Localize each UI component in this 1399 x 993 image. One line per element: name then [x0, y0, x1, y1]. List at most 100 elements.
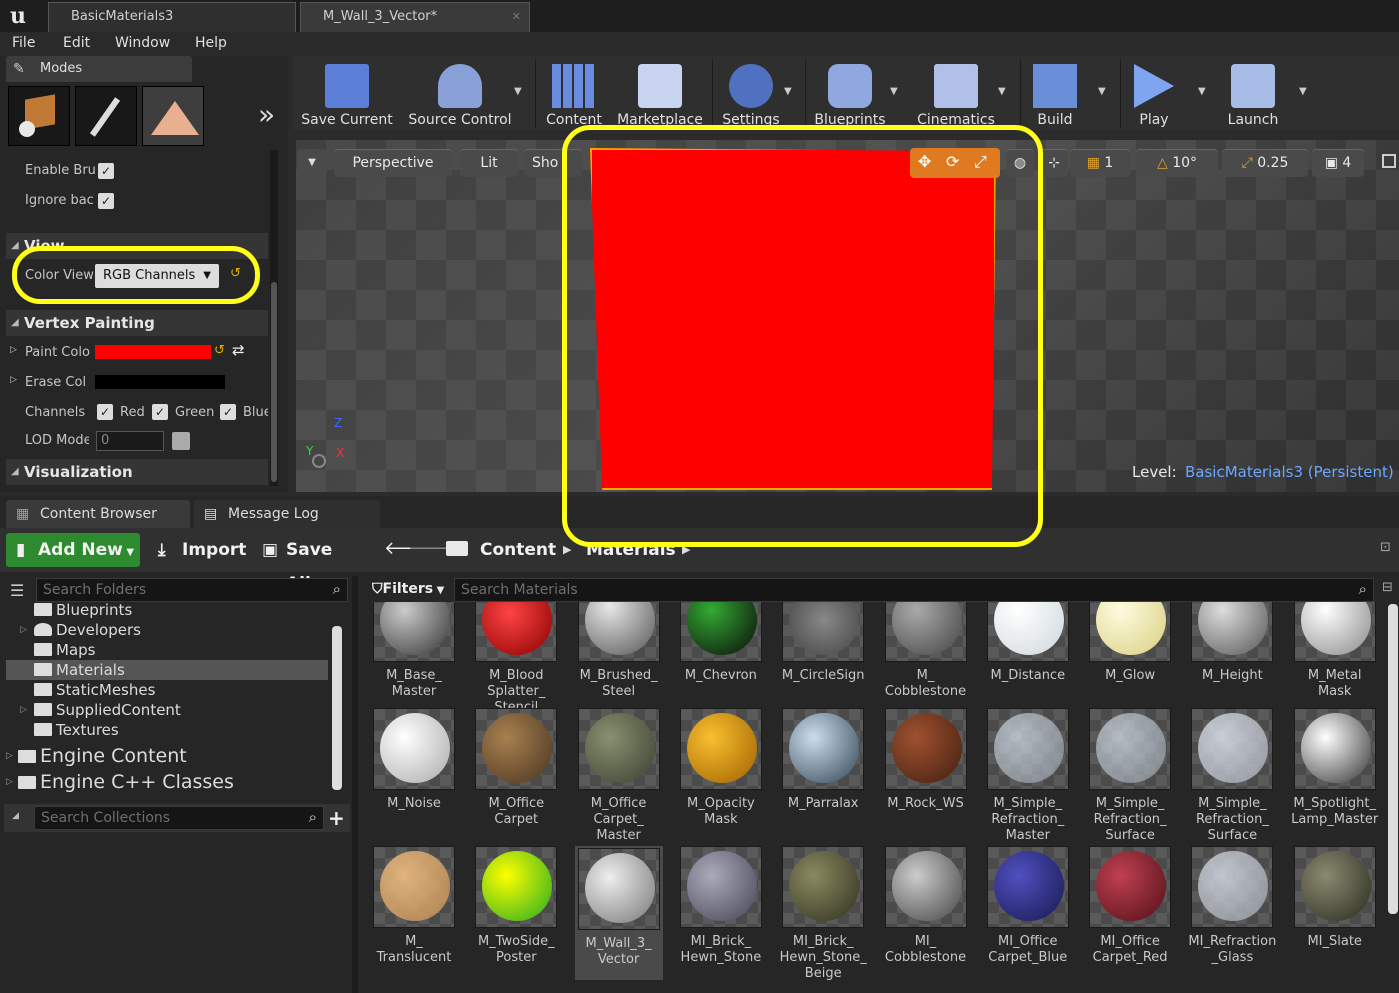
ignore-back-checkbox[interactable]: ✓	[98, 193, 114, 209]
asset-scrollbar[interactable]	[1388, 604, 1398, 914]
asset-tile[interactable]: M_Wall_3_ Vector	[574, 846, 663, 980]
cinematics-button[interactable]: Cinematics	[912, 60, 1000, 130]
viewport-options-button[interactable]: ▼	[297, 149, 327, 177]
asset-tile[interactable]: M_Noise	[370, 708, 458, 812]
camera-speed-button[interactable]: ▣ 4	[1312, 149, 1364, 177]
save-all-button[interactable]: ▣Save All	[262, 533, 362, 594]
asset-tile[interactable]: M_Opacity Mask	[677, 708, 765, 828]
asset-tile[interactable]: M_Glow	[1086, 602, 1174, 684]
tab-message-log[interactable]: ▤ Message Log	[194, 500, 380, 528]
asset-tile[interactable]: M_Distance	[984, 602, 1072, 684]
folder-maps[interactable]: Maps	[34, 640, 95, 660]
asset-tile[interactable]: MI_Office Carpet_Blue	[984, 846, 1072, 966]
build-dropdown-icon[interactable]: ▼	[1098, 86, 1106, 97]
asset-tile[interactable]: M_Simple_ Refraction_ Master	[984, 708, 1072, 844]
folder-materials[interactable]: Materials	[34, 660, 125, 680]
source-control-button[interactable]: Source Control	[402, 60, 518, 130]
blueprints-dropdown-icon[interactable]: ▼	[890, 86, 898, 97]
asset-tile[interactable]: M_Simple_ Refraction_ Surface	[1188, 708, 1276, 844]
modes-tab[interactable]: Modes	[6, 56, 192, 82]
expand-icon[interactable]: ▷	[6, 744, 13, 768]
folder-engine-content[interactable]: ▷ Engine Content	[6, 744, 187, 768]
content-button[interactable]: Content	[540, 60, 608, 130]
swap-icon[interactable]: ⇄	[232, 341, 245, 359]
surface-snap-icon[interactable]: ⊹	[1040, 149, 1068, 177]
paint-color-swatch[interactable]	[95, 345, 211, 359]
expand-icon[interactable]: ▷	[10, 375, 17, 385]
asset-tile[interactable]: M_ Translucent	[370, 846, 458, 966]
asset-tile[interactable]: M_Brushed_ Steel	[575, 602, 663, 700]
folder-textures[interactable]: Textures	[34, 720, 119, 740]
asset-tile[interactable]: M_Metal Mask	[1291, 602, 1379, 700]
settings-dropdown-icon[interactable]: ▼	[784, 86, 792, 97]
play-dropdown-icon[interactable]: ▼	[1198, 86, 1206, 97]
asset-tile[interactable]: MI_Brick_ Hewn_Stone_ Beige	[779, 846, 867, 982]
close-icon[interactable]: ✕	[512, 3, 521, 31]
asset-tile[interactable]: M_Rock_WS	[882, 708, 970, 812]
asset-tile[interactable]: M_Office Carpet_ Master	[575, 708, 663, 844]
breadcrumb-content[interactable]: Content	[480, 533, 556, 567]
launch-button[interactable]: Launch	[1220, 60, 1286, 130]
lod-checkbox[interactable]	[172, 432, 190, 450]
maximize-viewport-icon[interactable]	[1382, 154, 1396, 168]
asset-tile[interactable]: M_Parralax	[779, 708, 867, 812]
red-channel-checkbox[interactable]: ✓	[97, 404, 113, 420]
asset-tile[interactable]: MI_ Cobblestone	[882, 846, 970, 966]
panel-splitter[interactable]	[352, 576, 358, 993]
view-options-icon[interactable]: ⊟	[1382, 580, 1393, 595]
folder-suppliedcontent[interactable]: ▷ SuppliedContent	[20, 700, 181, 720]
asset-tile[interactable]: M_Spotlight_ Lamp_Master	[1291, 708, 1379, 828]
asset-tile[interactable]: M_Chevron	[677, 602, 765, 684]
search-collections-input[interactable]: Search Collections ⌕	[34, 806, 324, 830]
landscape-mode-button[interactable]	[142, 86, 204, 146]
enable-brush-checkbox[interactable]: ✓	[98, 163, 114, 179]
collapse-icon[interactable]: ◢	[12, 811, 19, 821]
asset-tile[interactable]: M_ Cobblestone	[882, 602, 970, 700]
expand-icon[interactable]: ▷	[6, 770, 13, 794]
properties-scrollbar[interactable]	[270, 150, 278, 486]
more-modes-chevron-icon[interactable]: »	[258, 98, 275, 131]
perspective-button[interactable]: Perspective	[334, 149, 452, 177]
tree-options-icon[interactable]: ☰	[10, 581, 24, 600]
save-current-button[interactable]: Save Current	[300, 60, 394, 130]
expand-icon[interactable]: ▷	[20, 620, 27, 640]
asset-tile[interactable]: M_Base_ Master	[370, 602, 458, 700]
grid-snap-button[interactable]: ▦ 1	[1070, 149, 1130, 177]
green-channel-checkbox[interactable]: ✓	[152, 404, 168, 420]
unreal-logo-icon[interactable]: u	[4, 2, 32, 30]
source-control-dropdown-icon[interactable]: ▼	[514, 86, 522, 97]
section-vertex-painting[interactable]: ◢ Vertex Painting	[6, 310, 268, 336]
menu-edit[interactable]: Edit	[63, 35, 90, 51]
settings-button[interactable]: Settings	[716, 60, 786, 130]
asset-tile[interactable]: MI_Slate	[1291, 846, 1379, 950]
menu-window[interactable]: Window	[115, 35, 170, 51]
asset-tile[interactable]: M_CircleSign	[779, 602, 867, 684]
play-button[interactable]: Play	[1124, 60, 1184, 130]
marketplace-button[interactable]: Marketplace	[614, 60, 706, 130]
erase-color-swatch[interactable]	[95, 375, 225, 389]
reset-default-icon[interactable]: ↺	[214, 343, 225, 358]
expand-icon[interactable]: ▷	[10, 345, 17, 355]
cinematics-dropdown-icon[interactable]: ▼	[998, 86, 1006, 97]
lod-input[interactable]: 0	[96, 431, 164, 451]
add-new-button[interactable]: ▮ Add New ▼	[6, 533, 140, 567]
search-materials-input[interactable]: Search Materials ⌕	[454, 578, 1374, 602]
section-visualization[interactable]: ◢ Visualization	[6, 459, 268, 485]
blue-channel-checkbox[interactable]: ✓	[220, 404, 236, 420]
scrollbar-thumb[interactable]	[271, 282, 277, 482]
folder-engine-cpp-classes[interactable]: ▷ Engine C++ Classes	[6, 770, 234, 794]
search-folders-input[interactable]: Search Folders ⌕	[36, 578, 348, 602]
folder-blueprints[interactable]: Blueprints	[34, 602, 132, 620]
place-mode-button[interactable]	[8, 86, 70, 146]
filters-button[interactable]: ⛉Filters ▼	[366, 576, 448, 602]
tab-content-browser[interactable]: ▦ Content Browser	[6, 500, 190, 528]
asset-tile[interactable]: M_Height	[1188, 602, 1276, 684]
asset-tile[interactable]: M_Blood Splatter_ Stencil	[472, 602, 560, 716]
asset-tile[interactable]: M_Simple_ Refraction_ Surface	[1086, 708, 1174, 844]
import-button[interactable]: ⤓ Import	[158, 533, 248, 567]
lit-button[interactable]: Lit	[460, 149, 518, 177]
folder-developers[interactable]: ▷ Developers	[20, 620, 141, 640]
menu-help[interactable]: Help	[195, 35, 227, 51]
paint-mode-button[interactable]	[75, 86, 137, 146]
scale-snap-button[interactable]: ⤢ 0.25	[1222, 149, 1308, 177]
